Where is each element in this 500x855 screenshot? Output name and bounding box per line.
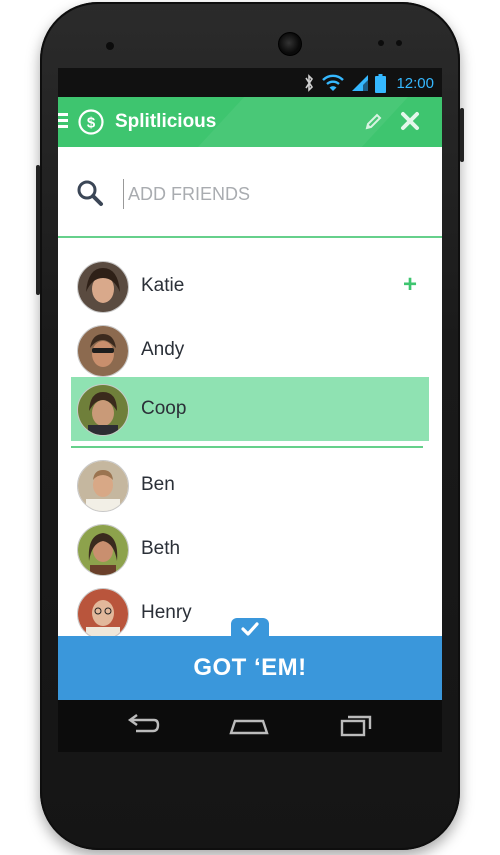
friend-row-ben[interactable]: Ben (71, 453, 429, 517)
home-icon[interactable] (227, 713, 271, 739)
sensor-dot (106, 42, 114, 50)
avatar (77, 325, 129, 377)
confirm-button[interactable]: GOT ‘EM! (58, 636, 442, 700)
sensor-dot (378, 40, 384, 46)
search-underline (58, 236, 442, 238)
friend-name: Henry (141, 602, 192, 623)
screen: 12:00 $ Splitlicious Ka (58, 68, 442, 700)
search-input[interactable] (123, 179, 430, 209)
friend-row-coop[interactable]: Coop (71, 377, 429, 441)
battery-icon (375, 73, 387, 93)
avatar (77, 524, 129, 576)
avatar (77, 261, 129, 313)
friend-name: Ben (141, 474, 175, 495)
signal-icon (352, 75, 369, 91)
avatar (77, 460, 129, 512)
add-friend-button[interactable]: + (403, 271, 417, 299)
friend-row-katie[interactable]: Katie + (71, 254, 429, 318)
friend-name: Andy (141, 339, 185, 360)
back-icon[interactable] (122, 713, 162, 739)
svg-text:$: $ (87, 115, 96, 132)
search-icon (77, 180, 103, 206)
avatar (77, 384, 129, 436)
pencil-icon[interactable] (363, 112, 383, 132)
bluetooth-icon (305, 74, 314, 92)
search-bar (58, 147, 442, 238)
close-icon[interactable] (399, 110, 421, 132)
friend-row-beth[interactable]: Beth (71, 517, 429, 581)
dollar-logo-icon: $ (78, 109, 104, 135)
clock-time: 12:00 (396, 74, 434, 92)
recents-icon[interactable] (338, 713, 378, 739)
wifi-icon (322, 74, 345, 91)
friend-row-andy[interactable]: Andy (71, 318, 429, 382)
section-divider (71, 446, 423, 448)
avatar (77, 588, 129, 640)
status-icons: 12:00 (303, 73, 434, 93)
app-title: Splitlicious (115, 111, 217, 132)
system-nav-bar (58, 700, 442, 752)
power-button (460, 108, 464, 162)
app-bar: $ Splitlicious (58, 97, 442, 147)
sensor-dot (396, 40, 402, 46)
friend-name: Coop (141, 398, 187, 419)
status-bar: 12:00 (58, 68, 442, 97)
friend-name: Beth (141, 538, 181, 559)
front-camera (278, 32, 302, 56)
menu-icon[interactable] (58, 113, 68, 131)
friend-name: Katie (141, 275, 185, 296)
checkmark-icon (241, 622, 259, 636)
confirm-button-label: GOT ‘EM! (193, 654, 307, 681)
volume-button (36, 165, 40, 295)
